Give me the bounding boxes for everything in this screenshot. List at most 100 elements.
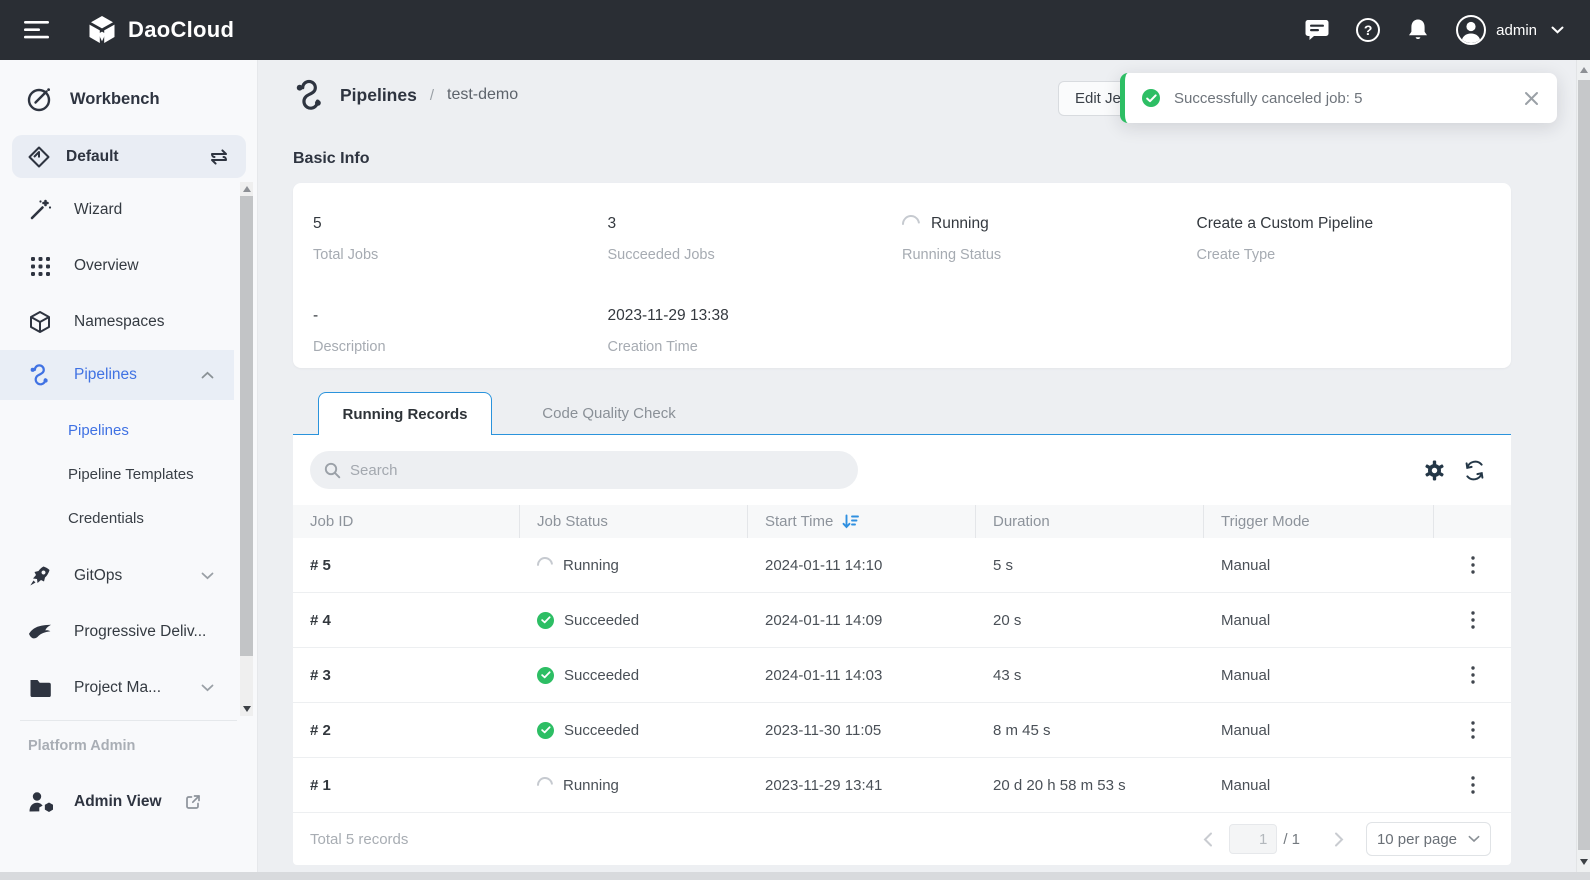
scroll-up-arrow-icon[interactable] <box>1580 67 1588 73</box>
sidebar-item-label: Project Ma... <box>74 679 161 697</box>
breadcrumb-current: test-demo <box>447 86 518 104</box>
table-header: Job ID Job Status Start Time Duration Tr… <box>293 505 1511 538</box>
start-time-label: Start Time <box>765 513 833 530</box>
sidebar-scrollbar-thumb[interactable] <box>240 196 253 656</box>
column-header-trigger-mode[interactable]: Trigger Mode <box>1204 505 1434 538</box>
table-row-job-3[interactable]: # 3 Succeeded 2024-01-11 14:03 43 s Manu… <box>293 648 1511 703</box>
sidebar-item-namespaces[interactable]: Namespaces <box>0 294 234 350</box>
external-link-icon <box>185 794 201 810</box>
field-running-status: Running Running Status <box>902 215 1197 263</box>
basic-info-title: Basic Info <box>293 150 369 168</box>
column-header-job-status[interactable]: Job Status <box>520 505 748 538</box>
page-number-input[interactable] <box>1229 824 1277 854</box>
check-circle-icon <box>537 667 554 684</box>
platform-admin-label: Platform Admin <box>28 738 135 754</box>
folder-icon <box>28 678 52 698</box>
job-status: Succeeded <box>520 667 748 684</box>
close-icon[interactable] <box>1524 91 1539 106</box>
breadcrumb: Pipelines / test-demo <box>293 78 518 112</box>
column-header-start-time[interactable]: Start Time <box>748 505 976 538</box>
duration: 43 s <box>976 667 1204 684</box>
table-footer: Total 5 records / 1 10 per page <box>293 813 1511 865</box>
table-row-job-5[interactable]: # 5 Running 2024-01-11 14:10 5 s Manual <box>293 538 1511 593</box>
main-content: Pipelines / test-demo Edit Jenkinsfile S… <box>258 60 1576 872</box>
row-actions-kebab-icon[interactable] <box>1434 556 1511 574</box>
row-actions-kebab-icon[interactable] <box>1434 666 1511 684</box>
sidebar-nav: Wizard Overview Namespaces Pipelines Pip… <box>0 182 234 716</box>
scroll-down-arrow-icon[interactable] <box>1580 859 1588 865</box>
user-menu[interactable]: admin <box>1456 15 1564 45</box>
previous-page-icon[interactable] <box>1203 832 1213 847</box>
brand-logo: DaoCloud <box>86 14 234 46</box>
row-actions-kebab-icon[interactable] <box>1434 721 1511 739</box>
sidebar-item-label: GitOps <box>74 567 122 585</box>
success-check-icon <box>1142 89 1160 107</box>
pipeline-icon <box>293 78 327 112</box>
field-create-type: Create a Custom Pipeline Create Type <box>1197 215 1492 263</box>
sidebar-item-project-management[interactable]: Project Ma... <box>0 660 234 716</box>
description-label: Description <box>313 339 608 355</box>
column-header-duration[interactable]: Duration <box>976 505 1204 538</box>
chevron-down-icon <box>1468 835 1480 843</box>
workspace-selector[interactable]: Default <box>12 135 246 178</box>
breadcrumb-root[interactable]: Pipelines <box>340 85 417 106</box>
bird-icon <box>28 622 52 642</box>
duration: 5 s <box>976 557 1204 574</box>
chat-icon[interactable] <box>1305 19 1329 41</box>
table-row-job-1[interactable]: # 1 Running 2023-11-29 13:41 20 d 20 h 5… <box>293 758 1511 813</box>
column-header-job-id[interactable]: Job ID <box>293 505 520 538</box>
trigger-mode: Manual <box>1204 722 1434 739</box>
description-value: - <box>313 307 608 325</box>
bell-icon[interactable] <box>1407 18 1429 42</box>
table-toolbar <box>293 435 1511 505</box>
sidebar-item-admin-view[interactable]: Admin View <box>28 790 201 814</box>
page-scrollbar-thumb[interactable] <box>1578 80 1590 850</box>
user-name: admin <box>1496 22 1537 39</box>
chevron-down-icon <box>201 572 214 580</box>
help-icon[interactable]: ? <box>1356 18 1380 42</box>
toast-message: Successfully canceled job: 5 <box>1174 90 1362 107</box>
sidebar-item-wizard[interactable]: Wizard <box>0 182 234 238</box>
sidebar-subitem-credentials[interactable]: Credentials <box>0 496 234 540</box>
sidebar-item-pipelines[interactable]: Pipelines <box>0 350 234 400</box>
spinner-icon <box>534 554 557 577</box>
table-row-job-2[interactable]: # 2 Succeeded 2023-11-30 11:05 8 m 45 s … <box>293 703 1511 758</box>
page-scrollbar[interactable] <box>1576 60 1590 872</box>
brand-name: DaoCloud <box>128 17 234 43</box>
table-row-job-4[interactable]: # 4 Succeeded 2024-01-11 14:09 20 s Manu… <box>293 593 1511 648</box>
search-input[interactable] <box>350 462 844 479</box>
sidebar-item-label: Pipelines <box>74 366 137 384</box>
start-time: 2024-01-11 14:10 <box>748 557 976 574</box>
pipelines-submenu: Pipelines Pipeline Templates Credentials <box>0 400 234 548</box>
field-creation-time: 2023-11-29 13:38 Creation Time <box>608 307 903 355</box>
scroll-down-arrow-icon[interactable] <box>243 706 251 712</box>
top-navbar: DaoCloud ? admin <box>0 0 1590 60</box>
trigger-mode: Manual <box>1204 612 1434 629</box>
gear-icon[interactable] <box>1424 460 1445 481</box>
sidebar-subitem-pipelines[interactable]: Pipelines <box>0 408 234 452</box>
sidebar-item-label: Overview <box>74 257 139 275</box>
page-size-select[interactable]: 10 per page <box>1366 822 1491 856</box>
row-actions-kebab-icon[interactable] <box>1434 611 1511 629</box>
workbench-icon <box>26 86 53 113</box>
running-records-panel: Job ID Job Status Start Time Duration Tr… <box>293 434 1511 865</box>
sidebar-item-progressive-delivery[interactable]: Progressive Deliv... <box>0 604 234 660</box>
row-actions-kebab-icon[interactable] <box>1434 776 1511 794</box>
sidebar-item-overview[interactable]: Overview <box>0 238 234 294</box>
field-total-jobs: 5 Total Jobs <box>313 215 608 263</box>
scroll-up-arrow-icon[interactable] <box>243 186 251 192</box>
sidebar-scrollbar[interactable] <box>240 182 253 716</box>
sidebar-subitem-pipeline-templates[interactable]: Pipeline Templates <box>0 452 234 496</box>
refresh-icon[interactable] <box>1464 460 1485 481</box>
workspace-name: Default <box>66 148 119 166</box>
sort-descending-icon[interactable] <box>842 514 859 529</box>
next-page-icon[interactable] <box>1334 832 1344 847</box>
tab-code-quality-check[interactable]: Code Quality Check <box>519 392 699 435</box>
menu-icon[interactable] <box>24 21 50 39</box>
tab-running-records[interactable]: Running Records <box>318 392 492 435</box>
workbench-label: Workbench <box>70 90 160 109</box>
sidebar-item-label: Progressive Deliv... <box>74 623 206 641</box>
switch-workspace-icon[interactable] <box>208 148 230 166</box>
total-records: Total 5 records <box>310 831 408 848</box>
sidebar-item-gitops[interactable]: GitOps <box>0 548 234 604</box>
